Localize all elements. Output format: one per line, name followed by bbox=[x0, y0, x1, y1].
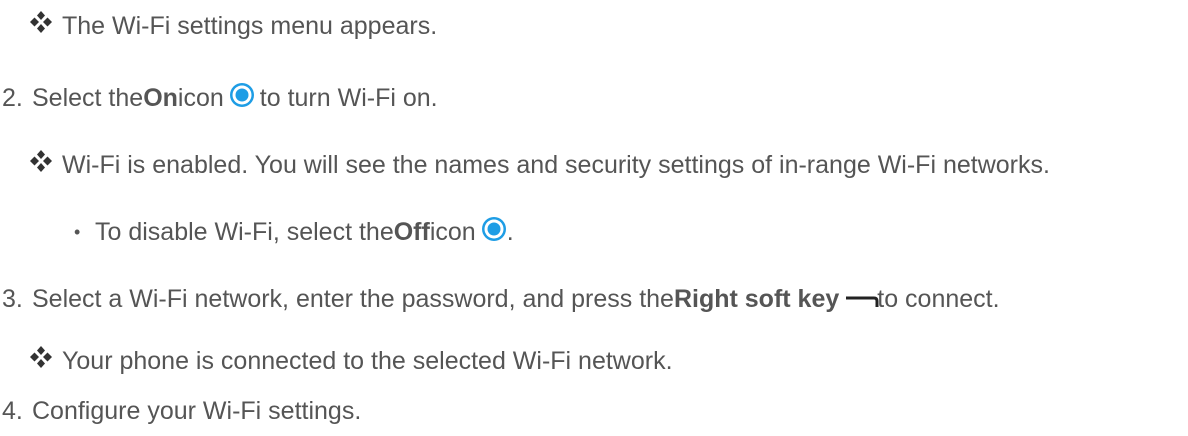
bullet-dot: • bbox=[74, 222, 81, 242]
step-text-pre: Select a Wi-Fi network, enter the passwo… bbox=[32, 285, 674, 313]
diamond-cluster-icon bbox=[28, 148, 54, 174]
right-soft-key-label: Right soft key bbox=[673, 285, 840, 313]
bullet-text-pre: To disable Wi-Fi, select the bbox=[95, 218, 394, 246]
result-text: Wi-Fi is enabled. You will see the names… bbox=[62, 151, 1050, 179]
step-text-post: to turn Wi-Fi on. bbox=[259, 84, 438, 112]
on-label: On bbox=[143, 84, 178, 112]
step-4: 4. Configure your Wi-Fi settings. bbox=[0, 394, 361, 428]
step-text-post: to connect. bbox=[877, 285, 1000, 313]
result-text: The Wi-Fi settings menu appears. bbox=[62, 12, 438, 40]
step-3: 3. Select a Wi-Fi network, enter the pas… bbox=[0, 282, 1000, 316]
result-line-menu-appears: The Wi-Fi settings menu appears. bbox=[0, 9, 437, 43]
right-soft-key-icon bbox=[845, 287, 879, 307]
bullet-disable-wifi: • To disable Wi-Fi, select the Off icon … bbox=[0, 215, 514, 249]
result-line-wifi-enabled: Wi-Fi is enabled. You will see the names… bbox=[0, 148, 1050, 182]
bullet-text-post: . bbox=[506, 218, 514, 246]
diamond-cluster-icon bbox=[28, 344, 54, 370]
diamond-cluster-icon bbox=[28, 9, 54, 35]
step-2: 2. Select the On icon to turn Wi-Fi on. bbox=[0, 81, 438, 115]
step-number: 3. bbox=[2, 285, 23, 313]
step-text-mid: icon bbox=[177, 84, 224, 112]
step-text: Configure your Wi-Fi settings. bbox=[32, 397, 362, 425]
step-number: 2. bbox=[2, 84, 23, 112]
step-text-pre: Select the bbox=[32, 84, 144, 112]
radio-on-icon bbox=[229, 82, 255, 108]
radio-off-icon bbox=[481, 216, 507, 242]
result-text: Your phone is connected to the selected … bbox=[62, 347, 673, 375]
result-line-phone-connected: Your phone is connected to the selected … bbox=[0, 344, 673, 378]
step-number: 4. bbox=[2, 397, 23, 425]
bullet-text-mid: icon bbox=[429, 218, 476, 246]
off-label: Off bbox=[393, 218, 430, 246]
